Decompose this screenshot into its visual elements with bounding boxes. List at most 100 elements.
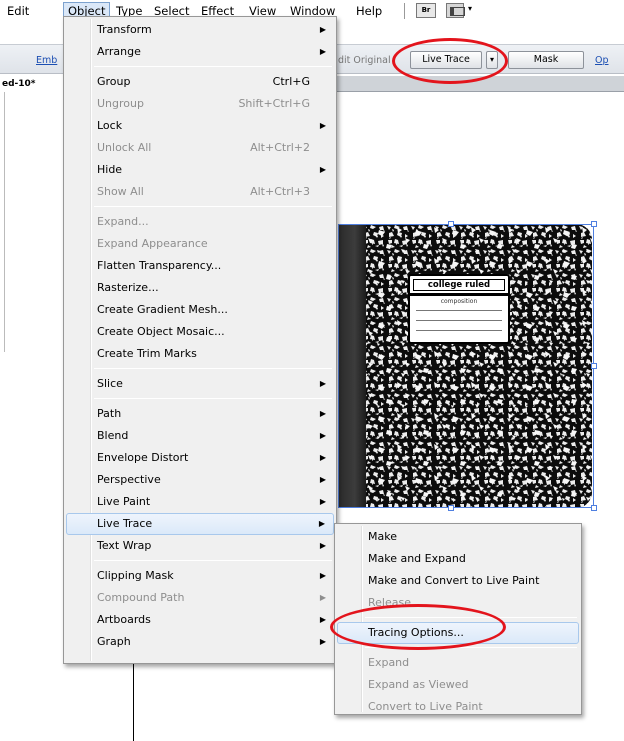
menu-item-label: Create Object Mosaic...: [97, 325, 225, 338]
menu-item-label: Lock: [97, 119, 123, 132]
menu-item-live-paint[interactable]: Live Paint ▶: [66, 491, 334, 513]
menu-item-envelope-distort[interactable]: Envelope Distort ▶: [66, 447, 334, 469]
menu-item-make-and-convert-to-live-paint[interactable]: Make and Convert to Live Paint: [337, 570, 579, 592]
submenu-arrow-icon: ▶: [319, 453, 326, 462]
selection-handle[interactable]: [448, 505, 454, 511]
menu-item-label: Create Trim Marks: [97, 347, 197, 360]
menu-item-graph[interactable]: Graph ▶: [66, 631, 334, 653]
menu-item-label: Make and Convert to Live Paint: [368, 574, 540, 587]
menu-item-expand[interactable]: Expand...: [66, 211, 334, 233]
tracing-presets-dropdown[interactable]: ▾: [486, 51, 498, 69]
menu-item-group[interactable]: Group Ctrl+G: [66, 71, 334, 93]
menu-item-label: Convert to Live Paint: [368, 700, 483, 713]
menu-item-create-object-mosaic[interactable]: Create Object Mosaic...: [66, 321, 334, 343]
menu-separator: [94, 368, 332, 369]
submenu-arrow-icon: ▶: [319, 615, 326, 624]
submenu-arrow-icon: ▶: [319, 25, 326, 34]
menu-item-text-wrap[interactable]: Text Wrap ▶: [66, 535, 334, 557]
menu-item-label: Slice: [97, 377, 123, 390]
submenu-arrow-icon: ▶: [319, 637, 326, 646]
submenu-arrow-icon: ▶: [319, 165, 326, 174]
menu-item-label: Make and Expand: [368, 552, 466, 565]
chevron-down-icon[interactable]: ▾: [468, 4, 472, 13]
menu-item-label: Live Paint: [97, 495, 151, 508]
menu-item-label: Graph: [97, 635, 131, 648]
menu-item-label: Perspective: [97, 473, 161, 486]
menu-item-perspective[interactable]: Perspective ▶: [66, 469, 334, 491]
menu-item-label: Hide: [97, 163, 123, 176]
menu-item-artboards[interactable]: Artboards ▶: [66, 609, 334, 631]
submenu-arrow-icon: ▶: [319, 379, 326, 388]
submenu-arrow-icon: ▶: [319, 593, 326, 602]
bridge-button[interactable]: Br: [416, 3, 436, 18]
menu-item-make[interactable]: Make: [337, 526, 579, 548]
menu-item-label: Ungroup: [97, 97, 144, 110]
menu-item-create-gradient-mesh[interactable]: Create Gradient Mesh...: [66, 299, 334, 321]
submenu-arrow-icon: ▶: [319, 409, 326, 418]
menu-item-label: Artboards: [97, 613, 151, 626]
arrange-documents-icon[interactable]: [446, 3, 465, 18]
menu-item-expand[interactable]: Expand: [337, 652, 579, 674]
menu-item-make-and-expand[interactable]: Make and Expand: [337, 548, 579, 570]
submenu-arrow-icon: ▶: [319, 121, 326, 130]
menu-item-label: Compound Path: [97, 591, 185, 604]
menu-item-slice[interactable]: Slice ▶: [66, 373, 334, 395]
object-menu: Transform ▶ Arrange ▶ Group Ctrl+G Ungroup Shif…: [63, 16, 337, 664]
menu-item-rasterize[interactable]: Rasterize...: [66, 277, 334, 299]
menu-item-blend[interactable]: Blend ▶: [66, 425, 334, 447]
menu-item-label: Text Wrap: [97, 539, 152, 552]
selection-handle[interactable]: [591, 221, 597, 227]
document-tab[interactable]: ed-10*: [0, 76, 70, 92]
menu-item-compound-path[interactable]: Compound Path ▶: [66, 587, 334, 609]
menu-item-tracing-options[interactable]: Tracing Options...: [337, 622, 579, 644]
menu-item-convert-to-live-paint[interactable]: Convert to Live Paint: [337, 696, 579, 718]
mask-button[interactable]: Mask: [508, 51, 584, 69]
menu-item-label: Create Gradient Mesh...: [97, 303, 228, 316]
menu-item-live-trace[interactable]: Live Trace ▶: [66, 513, 334, 535]
menu-item-path[interactable]: Path ▶: [66, 403, 334, 425]
live-trace-button[interactable]: Live Trace: [410, 51, 482, 69]
submenu-arrow-icon: ▶: [319, 571, 326, 580]
menu-item-label: Envelope Distort: [97, 451, 189, 464]
menu-item-expand-as-viewed[interactable]: Expand as Viewed: [337, 674, 579, 696]
menu-help[interactable]: Help: [352, 2, 386, 20]
menu-item-create-trim-marks[interactable]: Create Trim Marks: [66, 343, 334, 365]
menu-item-unlock-all[interactable]: Unlock All Alt+Ctrl+2: [66, 137, 334, 159]
menu-item-label: Clipping Mask: [97, 569, 174, 582]
menu-item-label: Unlock All: [97, 141, 152, 154]
selection-handle[interactable]: [448, 221, 454, 227]
menu-separator: [94, 66, 332, 67]
embed-link[interactable]: Emb: [36, 55, 57, 66]
submenu-arrow-icon: ▶: [318, 519, 325, 528]
menu-edit[interactable]: Edit: [3, 2, 33, 20]
menu-item-flatten-transparency[interactable]: Flatten Transparency...: [66, 255, 334, 277]
menu-item-label: Blend: [97, 429, 129, 442]
live-trace-submenu: Make Make and Expand Make and Convert to L…: [334, 523, 582, 715]
options-link[interactable]: Op: [595, 55, 609, 66]
selection-handle[interactable]: [591, 363, 597, 369]
submenu-arrow-icon: ▶: [319, 47, 326, 56]
menu-item-label: Transform: [97, 23, 152, 36]
edit-original-button[interactable]: dit Original: [338, 55, 391, 66]
menu-item-label: Release: [368, 596, 411, 609]
submenu-arrow-icon: ▶: [319, 497, 326, 506]
menu-item-transform[interactable]: Transform ▶: [66, 19, 334, 41]
menu-item-release[interactable]: Release: [337, 592, 579, 614]
menu-item-arrange[interactable]: Arrange ▶: [66, 41, 334, 63]
menu-item-clipping-mask[interactable]: Clipping Mask ▶: [66, 565, 334, 587]
menu-item-hide[interactable]: Hide ▶: [66, 159, 334, 181]
canvas-edge: [4, 92, 5, 352]
submenu-arrow-icon: ▶: [319, 431, 326, 440]
menu-item-label: Expand as Viewed: [368, 678, 469, 691]
menu-item-label: Path: [97, 407, 122, 420]
menu-item-ungroup[interactable]: Ungroup Shift+Ctrl+G: [66, 93, 334, 115]
menu-item-label: Arrange: [97, 45, 141, 58]
submenu-arrow-icon: ▶: [319, 541, 326, 550]
shortcut-text: Ctrl+G: [272, 75, 310, 88]
menu-separator: [365, 647, 577, 648]
menu-item-show-all[interactable]: Show All Alt+Ctrl+3: [66, 181, 334, 203]
menu-item-lock[interactable]: Lock ▶: [66, 115, 334, 137]
menu-item-expand-appearance[interactable]: Expand Appearance: [66, 233, 334, 255]
selection-handle[interactable]: [591, 505, 597, 511]
menu-separator: [365, 617, 577, 618]
